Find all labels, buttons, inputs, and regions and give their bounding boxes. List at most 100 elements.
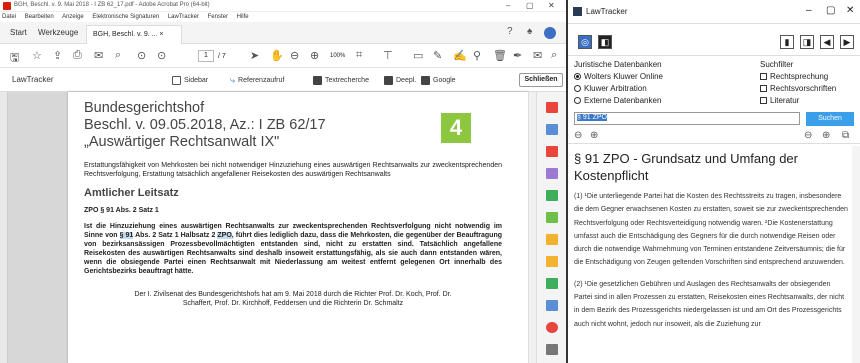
tab-start[interactable]: Start <box>10 28 27 37</box>
menu-signaturen[interactable]: Elektronische Signaturen <box>92 14 159 20</box>
pen-icon[interactable]: ✎ <box>433 49 442 62</box>
zoom-search-icon[interactable]: ⌕ <box>115 49 121 62</box>
menu-lawtracker[interactable]: LawTracker <box>168 14 199 20</box>
minimize-icon[interactable]: – <box>806 5 812 16</box>
db-kluwer-arbitration[interactable]: Kluwer Arbitration <box>574 84 647 93</box>
close-icon[interactable]: ✕ <box>846 5 854 16</box>
account-icon[interactable] <box>544 27 556 39</box>
menubar: Datei Bearbeiten Anzeige Elektronische S… <box>0 12 566 22</box>
back-icon[interactable]: ◧ <box>598 35 612 49</box>
vertical-scrollbar[interactable] <box>528 92 536 363</box>
result-paragraph-2: (2) ¹Die gesetzlichen Gebühren und Ausla… <box>574 280 845 328</box>
zoom-out-icon[interactable]: ⊖ <box>290 49 299 62</box>
google-label: Google <box>433 77 456 84</box>
db-externe[interactable]: Externe Datenbanken <box>574 96 661 105</box>
radio-selected-icon <box>574 73 581 80</box>
menu-datei[interactable]: Datei <box>2 14 16 20</box>
scroll-mode-icon[interactable]: ⊤ <box>383 49 393 62</box>
combine-icon[interactable] <box>546 190 558 201</box>
result-scrollbar[interactable] <box>852 146 860 363</box>
help-icon[interactable]: ? <box>507 26 513 37</box>
fit-page-icon[interactable]: ⌗ <box>356 49 362 62</box>
upload-icon[interactable]: ⇪ <box>53 49 62 62</box>
menu-anzeige[interactable]: Anzeige <box>62 14 84 20</box>
menu-bearbeiten[interactable]: Bearbeiten <box>25 14 54 20</box>
maximize-icon[interactable]: ▢ <box>526 1 534 10</box>
create-pdf-icon[interactable] <box>546 124 558 135</box>
comment-icon[interactable]: ▭ <box>413 49 423 62</box>
form-icon[interactable] <box>546 234 558 245</box>
print-icon[interactable]: ⎙ <box>73 49 82 62</box>
tab-werkzeuge[interactable]: Werkzeuge <box>38 28 78 37</box>
menu-fenster[interactable]: Fenster <box>208 14 228 20</box>
search-icon[interactable]: ⌕ <box>551 49 557 62</box>
suchen-button[interactable]: Suchen <box>806 112 854 126</box>
hand-icon[interactable]: ✋ <box>270 49 284 62</box>
filter-rechtsvorschriften[interactable]: Rechtsvorschriften <box>760 84 836 93</box>
forward-arrow-icon[interactable]: ⊕ <box>590 130 598 141</box>
minimize-icon[interactable]: – <box>506 1 510 10</box>
search-input[interactable]: § 91 ZPO <box>574 112 800 125</box>
sign-icon[interactable]: ✒ <box>513 49 522 62</box>
textrecherche-button[interactable]: Textrecherche <box>313 74 369 87</box>
compress-icon[interactable] <box>546 278 558 289</box>
lawtracker-toolbar: LawTracker Sidebar ⤷ Referenzaufruf Textr… <box>0 68 566 92</box>
accessibility-icon[interactable] <box>546 322 558 333</box>
select-cursor-icon[interactable]: ➤ <box>250 49 259 62</box>
deepl-icon <box>384 76 393 85</box>
deepl-button[interactable]: Deepl. <box>384 74 416 87</box>
highlight-section: § 91 <box>119 232 134 239</box>
expand-icon[interactable]: ▶ <box>840 35 854 49</box>
star-icon[interactable]: ☆ <box>32 49 42 62</box>
protect-icon[interactable] <box>546 300 558 311</box>
edit-pdf-icon[interactable] <box>546 146 558 157</box>
highlight-icon[interactable]: ✍ <box>453 49 467 62</box>
close-icon[interactable]: ✕ <box>548 1 555 10</box>
db-wolters-kluwer[interactable]: Wolters Kluwer Online <box>574 72 663 81</box>
comment-tool-icon[interactable] <box>546 168 558 179</box>
schliessen-button[interactable]: Schließen <box>519 73 563 87</box>
page-up-icon[interactable]: ⊙ <box>137 49 146 62</box>
organize-icon[interactable] <box>546 212 558 223</box>
filter-literatur[interactable]: Literatur <box>760 96 799 105</box>
font-larger-icon[interactable]: ⊕ <box>822 130 830 141</box>
left-panel-collapse[interactable] <box>0 92 8 363</box>
back-arrow-icon[interactable]: ⊖ <box>574 130 582 141</box>
email-icon[interactable]: ✉ <box>533 49 542 62</box>
decision-subtitle: „Auswärtiger Rechtsanwalt IX" <box>84 134 280 150</box>
page-number-input[interactable]: 1 <box>198 50 214 62</box>
sidebar-button[interactable]: Sidebar <box>172 74 208 87</box>
redact-icon[interactable] <box>546 256 558 267</box>
layout-left-icon[interactable]: ▮ <box>780 35 794 49</box>
zoom-in-icon[interactable]: ⊕ <box>310 49 319 62</box>
menu-hilfe[interactable]: Hilfe <box>237 14 249 20</box>
mail-icon[interactable]: ✉ <box>94 49 103 62</box>
trash-icon[interactable]: 🗑 <box>493 49 507 62</box>
page-total: / 7 <box>218 53 226 60</box>
google-button[interactable]: Google <box>421 74 456 87</box>
layout-split-icon[interactable]: ◨ <box>800 35 814 49</box>
lawtracker-title: LawTracker <box>586 7 628 16</box>
stamp-icon[interactable]: ⚲ <box>473 49 481 62</box>
save-icon[interactable]: 🖫 <box>10 49 19 68</box>
font-smaller-icon[interactable]: ⊖ <box>804 130 812 141</box>
textrecherche-label: Textrecherche <box>325 77 369 84</box>
open-external-icon[interactable]: ⧉ <box>842 130 849 141</box>
export-pdf-icon[interactable] <box>546 102 558 113</box>
home-icon[interactable]: ◎ <box>578 35 592 49</box>
google-icon <box>421 76 430 85</box>
maximize-icon[interactable]: ▢ <box>826 5 835 16</box>
deepl-label: Deepl. <box>396 77 417 84</box>
acrobat-titlebar: BGH, Beschl. v. 9. Mai 2018 - I ZB 62_17… <box>0 0 566 12</box>
referenzaufruf-button[interactable]: ⤷ Referenzaufruf <box>230 74 284 87</box>
bell-icon[interactable]: ♠ <box>527 26 532 37</box>
more-tools-icon[interactable] <box>546 344 558 355</box>
tab-document[interactable]: BGH, Beschl. v. 9. ... × <box>86 25 182 44</box>
filter-rechtsprechung[interactable]: Rechtsprechung <box>760 72 828 81</box>
filter-label: Suchfilter <box>760 60 794 69</box>
collapse-icon[interactable]: ◀ <box>820 35 834 49</box>
zoom-level[interactable]: 100% <box>330 53 345 59</box>
page-down-icon[interactable]: ⊙ <box>157 49 166 62</box>
lawtracker-brand: LawTracker <box>12 75 54 84</box>
sidebar-icon <box>172 76 181 85</box>
